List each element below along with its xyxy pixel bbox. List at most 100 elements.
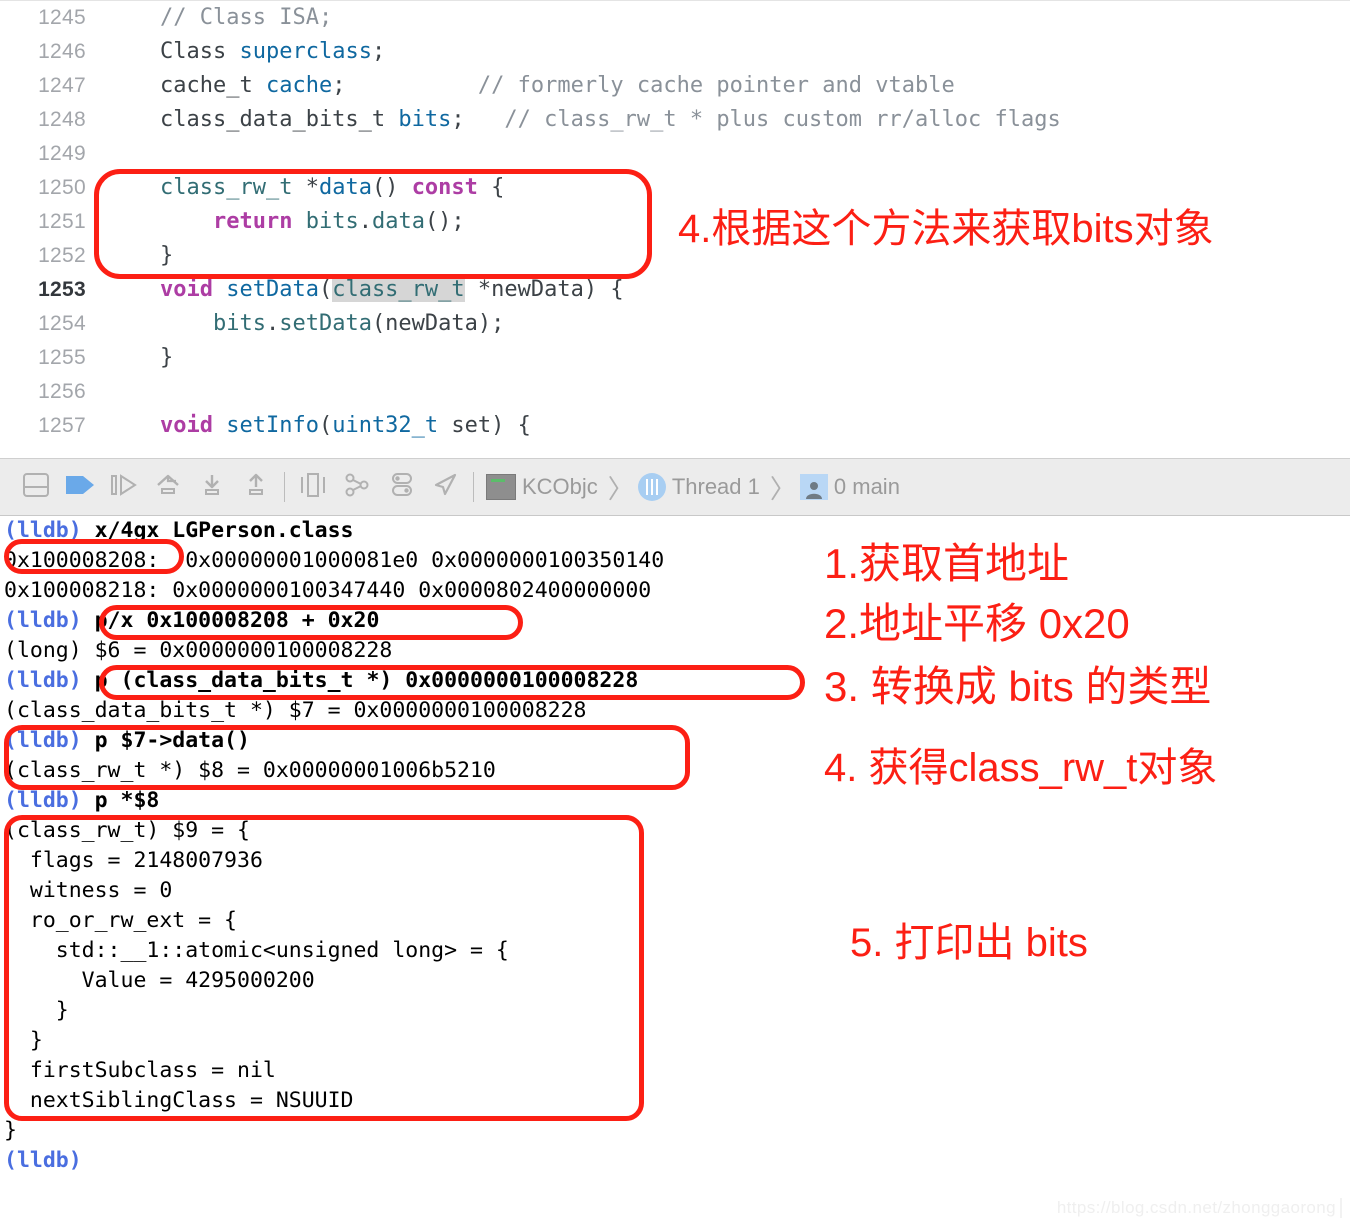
code-text: return bits.data(); [212, 209, 465, 234]
debug-settings-button[interactable] [379, 467, 423, 507]
step-into-button[interactable] [146, 467, 190, 507]
console-output: (long) $6 = 0x0000000100008228 [4, 638, 393, 663]
console-line: } [0, 1026, 1350, 1056]
console-output: ro_or_rw_ext = { [4, 908, 237, 933]
code-text: void setInfo(uint32_t set) { [160, 413, 531, 438]
lldb-prompt: (lldb) [4, 608, 82, 633]
console-command: p/x 0x100008208 + 0x20 [81, 608, 380, 633]
watermark: https://blog.csdn.net/zhonggaorong [1057, 1198, 1342, 1218]
step-down-button[interactable] [190, 467, 234, 507]
process-icon [486, 474, 516, 500]
note-4-editor: 4.根据这个方法来获取bits对象 [678, 207, 1214, 251]
code-line: 1254 bits.setData(newData); [0, 307, 1350, 341]
breadcrumb-frame[interactable]: 0 main [834, 474, 900, 500]
code-text: class_rw_t *data() const { [160, 175, 505, 200]
note-4-console: 4. 获得class_rw_t对象 [824, 746, 1218, 790]
console-line: } [0, 1116, 1350, 1146]
line-number: 1251 [38, 210, 86, 233]
toggles-icon [387, 472, 415, 503]
console-output: } [4, 1028, 43, 1053]
code-text: } [160, 345, 174, 370]
console-output: (class_rw_t *) $8 = 0x00000001006b5210 [4, 758, 496, 783]
console-lines-container: (lldb) x/4gx LGPerson.class 0x100008208: … [0, 516, 1350, 1176]
console-output: } [4, 998, 69, 1023]
code-text: void setData(class_rw_t *newData) { [160, 277, 624, 302]
code-line: 1247 cache_t cache; // formerly cache poi… [0, 69, 1350, 103]
step-over-icon [110, 473, 138, 502]
view-debug-icon [299, 472, 327, 503]
console-line: flags = 2148007936 [0, 846, 1350, 876]
console-line: } [0, 996, 1350, 1026]
simulate-location-button[interactable] [423, 467, 467, 507]
view-hierarchy-button[interactable] [335, 467, 379, 507]
line-number: 1246 [38, 40, 86, 63]
console-line: std::__1::atomic<unsigned long> = { [0, 936, 1350, 966]
console-output: (class_rw_t) $9 = { [4, 818, 250, 843]
step-into-icon [154, 473, 182, 502]
console-output: nextSiblingClass = NSUUID [4, 1088, 354, 1113]
step-over-button[interactable] [102, 467, 146, 507]
lldb-console-pane[interactable]: (lldb) x/4gx LGPerson.class 0x100008208: … [0, 516, 1350, 1224]
console-command: p $7->data() [81, 728, 250, 753]
console-output: witness = 0 [4, 878, 173, 903]
console-command: x/4gx LGPerson.class [81, 518, 354, 543]
console-output: 0x100008218: 0x0000000100347440 0x000080… [4, 578, 652, 603]
console-command: p *$8 [81, 788, 160, 813]
code-text: class_data_bits_t bits; // class_rw_t * … [160, 107, 1061, 132]
console-line: ro_or_rw_ext = { [0, 906, 1350, 936]
console-line: (lldb) x/4gx LGPerson.class [0, 516, 1350, 546]
chevron-right-icon-1: 〉 [607, 474, 634, 505]
line-number: 1255 [38, 346, 86, 369]
lldb-prompt: (lldb) [4, 728, 82, 753]
console-output: } [4, 1118, 17, 1143]
console-output: firstSubclass = nil [4, 1058, 276, 1083]
console-command: p (class_data_bits_t *) 0x00000001000082… [81, 668, 639, 693]
code-line: 1249 [0, 137, 1350, 171]
breadcrumb-thread[interactable]: Thread 1 [672, 474, 760, 500]
view-debugging-button[interactable] [291, 467, 335, 507]
panel-icon [23, 472, 49, 502]
line-number: 1254 [38, 312, 86, 335]
code-text: bits.setData(newData); [212, 311, 505, 336]
line-number: 1256 [38, 380, 86, 403]
code-line: 1255} [0, 341, 1350, 375]
console-output: 0x100008208: 0x00000001000081e0 0x000000… [4, 548, 665, 573]
line-number: 1245 [38, 6, 86, 29]
console-line: nextSiblingClass = NSUUID [0, 1086, 1350, 1116]
console-line: (lldb) [0, 1146, 1350, 1176]
code-line: 1245 // Class ISA; [0, 1, 1350, 35]
line-number: 1257 [38, 414, 86, 437]
console-line: witness = 0 [0, 876, 1350, 906]
console-line: firstSubclass = nil [0, 1056, 1350, 1086]
console-output: std::__1::atomic<unsigned long> = { [4, 938, 509, 963]
console-output: Value = 4295000200 [4, 968, 315, 993]
console-line: 0x100008218: 0x0000000100347440 0x000080… [0, 576, 1350, 606]
console-line: (lldb) p/x 0x100008208 + 0x20 [0, 606, 1350, 636]
step-out-button[interactable] [234, 467, 278, 507]
breadcrumb: KCObjc 〉 Thread 1 〉 0 main [480, 469, 906, 506]
line-number: 1252 [38, 244, 86, 267]
chevron-right-icon-2: 〉 [769, 474, 796, 505]
note-1: 1.获取首地址 [824, 540, 1070, 587]
line-number: 1249 [38, 142, 86, 165]
code-text: // Class ISA; [160, 5, 333, 30]
toolbar-divider-1 [284, 472, 285, 502]
breadcrumb-process[interactable]: KCObjc [522, 474, 598, 500]
continue-button[interactable] [58, 467, 102, 507]
note-3: 3. 转换成 bits 的类型 [824, 663, 1212, 710]
hide-debug-area-button[interactable] [14, 467, 58, 507]
console-line: (class_rw_t) $9 = { [0, 816, 1350, 846]
frame-avatar-icon [799, 474, 828, 500]
note-5: 5. 打印出 bits [850, 921, 1088, 965]
code-text: cache_t cache; // formerly cache pointer… [160, 73, 955, 98]
lldb-prompt: (lldb) [4, 518, 82, 543]
console-output: (class_data_bits_t *) $7 = 0x00000001000… [4, 698, 587, 723]
step-out-icon [242, 473, 270, 502]
code-line: 1246 Class superclass; [0, 35, 1350, 69]
code-line: 1256 [0, 375, 1350, 409]
continue-icon [65, 474, 95, 501]
location-arrow-icon [431, 472, 459, 503]
code-text: } [160, 243, 174, 268]
line-number: 1248 [38, 108, 86, 131]
toolbar-divider-2 [473, 472, 474, 502]
